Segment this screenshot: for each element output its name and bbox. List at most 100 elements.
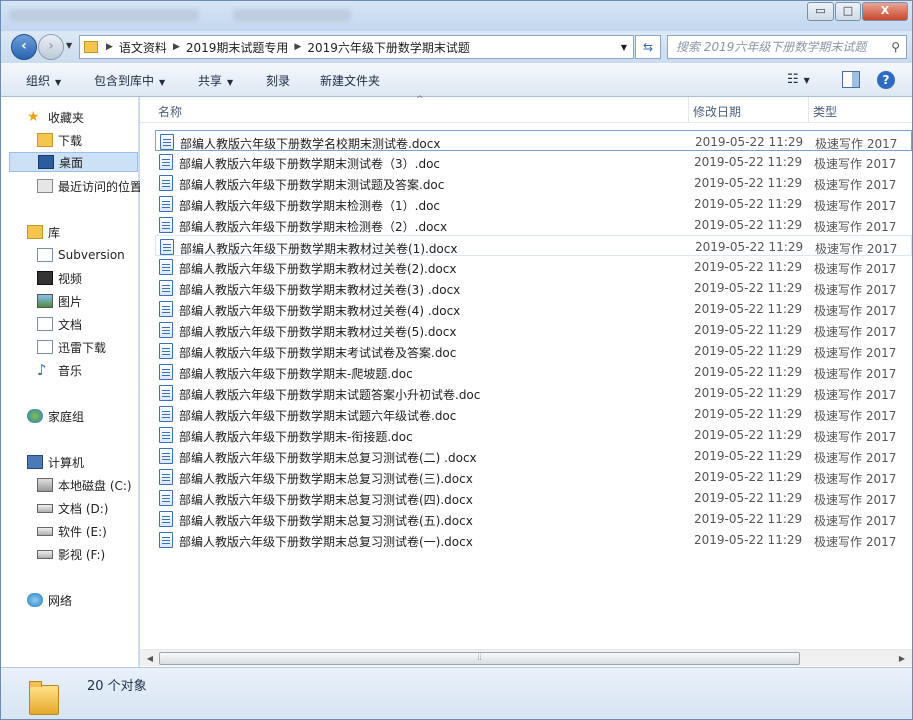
file-type: 极速写作 2017 [814, 178, 897, 192]
breadcrumb-arrow-icon[interactable]: ▶ [171, 42, 182, 52]
file-date: 2019-05-22 11:29 [694, 512, 803, 526]
file-date: 2019-05-22 11:29 [695, 240, 804, 254]
network-icon [27, 593, 43, 607]
file-row[interactable]: 部编人教版六年级下册数学期末-爬坡题.doc 2019-05-22 11:29 极速… [155, 361, 912, 382]
column-header-type[interactable]: 类型 [813, 103, 837, 120]
scroll-right-icon[interactable]: ▶ [895, 652, 909, 665]
breadcrumb-segment[interactable]: 2019期末试题专用 [182, 39, 293, 56]
star-icon: ★ [27, 109, 40, 125]
search-input[interactable]: 搜索 2019六年级下册数学期末试题 ⚲ [667, 35, 907, 59]
preview-pane-icon[interactable] [842, 71, 860, 88]
file-name: 部编人教版六年级下册数学期末考试试卷及答案.doc [179, 346, 457, 360]
folder-icon [27, 677, 63, 715]
document-file-icon [159, 448, 173, 464]
details-pane: 20 个对象 [1, 667, 912, 719]
breadcrumb-arrow-icon[interactable]: ▶ [104, 42, 115, 52]
file-row[interactable]: 部编人教版六年级下册数学期末总复习测试卷(四).docx 2019-05-22 1… [155, 487, 912, 508]
file-date: 2019-05-22 11:29 [694, 428, 803, 442]
maximize-button[interactable]: □ [835, 2, 861, 21]
document-file-icon [159, 154, 173, 170]
file-row[interactable]: 部编人教版六年级下册数学期末总复习测试卷(五).docx 2019-05-22 1… [155, 508, 912, 529]
file-row[interactable]: 部编人教版六年级下册数学名校期末测试卷.docx 2019-05-22 11:29… [155, 130, 912, 151]
file-date: 2019-05-22 11:29 [694, 197, 803, 211]
document-file-icon [159, 217, 173, 233]
file-row[interactable]: 部编人教版六年级下册数学期末检测卷（1）.doc 2019-05-22 11:29… [155, 193, 912, 214]
recent-pages-dropdown[interactable]: ▼ [66, 41, 72, 50]
file-name: 部编人教版六年级下册数学期末试题六年级试卷.doc [179, 409, 457, 423]
blurred-title [233, 9, 351, 21]
file-list: ^ 名称 修改日期 类型 部编人教版六年级下册数学名校期末测试卷.docx 201… [140, 95, 912, 667]
back-button[interactable]: ‹ [11, 34, 37, 60]
file-row[interactable]: 部编人教版六年级下册数学期末检测卷（2）.docx 2019-05-22 11:2… [155, 214, 912, 235]
close-button[interactable]: X [862, 2, 908, 21]
file-row[interactable]: 部编人教版六年级下册数学期末测试题及答案.doc 2019-05-22 11:29… [155, 172, 912, 193]
video-icon [37, 271, 53, 285]
document-file-icon [159, 427, 173, 443]
library-doc-icon [37, 248, 53, 262]
explorer-window: ▭ □ X ‹ › ▼ ▶ 语文资料 ▶ 2019期末试题专用 ▶ 2019六年… [0, 0, 913, 720]
organize-button[interactable]: 组织 ▼ [26, 72, 61, 89]
file-row[interactable]: 部编人教版六年级下册数学期末教材过关卷(1).docx 2019-05-22 11… [155, 235, 912, 256]
file-name: 部编人教版六年级下册数学名校期末测试卷.docx [180, 137, 441, 151]
scrollbar-thumb[interactable]: ⦙⦙ [159, 652, 800, 665]
file-row[interactable]: 部编人教版六年级下册数学期末试题六年级试卷.doc 2019-05-22 11:2… [155, 403, 912, 424]
nav-desktop[interactable]: 桌面 [9, 152, 138, 172]
file-row[interactable]: 部编人教版六年级下册数学期末总复习测试卷(二) .docx 2019-05-22 … [155, 445, 912, 466]
column-header-name[interactable]: 名称 [158, 103, 182, 120]
document-file-icon [159, 532, 173, 548]
file-row[interactable]: 部编人教版六年级下册数学期末教材过关卷(2).docx 2019-05-22 11… [155, 256, 912, 277]
file-row[interactable]: 部编人教版六年级下册数学期末教材过关卷(3) .docx 2019-05-22 1… [155, 277, 912, 298]
new-folder-button[interactable]: 新建文件夹 [320, 72, 380, 89]
file-date: 2019-05-22 11:29 [694, 449, 803, 463]
forward-button[interactable]: › [38, 34, 64, 60]
file-name: 部编人教版六年级下册数学期末总复习测试卷(五).docx [179, 514, 473, 528]
document-file-icon [160, 239, 174, 255]
file-row[interactable]: 部编人教版六年级下册数学期末试题答案小升初试卷.doc 2019-05-22 11… [155, 382, 912, 403]
file-row[interactable]: 部编人教版六年级下册数学期末总复习测试卷(三).docx 2019-05-22 1… [155, 466, 912, 487]
document-file-icon [159, 385, 173, 401]
drive-icon [37, 526, 53, 536]
file-name: 部编人教版六年级下册数学期末总复习测试卷(一).docx [179, 535, 473, 549]
file-type: 极速写作 2017 [815, 137, 898, 151]
scroll-left-icon[interactable]: ◀ [143, 652, 157, 665]
search-icon[interactable]: ⚲ [891, 36, 900, 58]
horizontal-scrollbar[interactable]: ◀ ⦙⦙ ▶ [140, 649, 912, 666]
include-in-library-button[interactable]: 包含到库中 ▼ [94, 72, 165, 89]
file-type: 极速写作 2017 [815, 242, 898, 256]
refresh-icon[interactable]: ⇆ [635, 35, 661, 59]
picture-icon [37, 294, 53, 308]
file-row[interactable]: 部编人教版六年级下册数学期末考试试卷及答案.doc 2019-05-22 11:2… [155, 340, 912, 361]
file-row[interactable]: 部编人教版六年级下册数学期末测试卷（3）.doc 2019-05-22 11:29… [155, 151, 912, 172]
breadcrumb-arrow-icon[interactable]: ▶ [292, 42, 303, 52]
file-name: 部编人教版六年级下册数学期末教材过关卷(5).docx [179, 325, 457, 339]
document-file-icon [160, 134, 174, 150]
drive-icon [37, 549, 53, 559]
document-file-icon [159, 175, 173, 191]
address-bar[interactable]: ▶ 语文资料 ▶ 2019期末试题专用 ▶ 2019六年级下册数学期末试题 ▼ [79, 35, 634, 59]
address-row: ‹ › ▼ ▶ 语文资料 ▶ 2019期末试题专用 ▶ 2019六年级下册数学期… [1, 31, 912, 63]
file-row[interactable]: 部编人教版六年级下册数学期末教材过关卷(4) .docx 2019-05-22 1… [155, 298, 912, 319]
column-header-date[interactable]: 修改日期 [693, 103, 741, 120]
file-type: 极速写作 2017 [814, 535, 897, 549]
file-type: 极速写作 2017 [814, 367, 897, 381]
column-divider[interactable] [688, 97, 689, 123]
view-options-icon[interactable]: ☷ ▼ [787, 72, 810, 87]
blurred-title [9, 9, 199, 21]
file-type: 极速写作 2017 [814, 514, 897, 528]
library-icon [27, 225, 43, 239]
document-file-icon [159, 406, 173, 422]
document-file-icon [159, 343, 173, 359]
help-icon[interactable]: ? [877, 71, 895, 89]
file-row[interactable]: 部编人教版六年级下册数学期末教材过关卷(5).docx 2019-05-22 11… [155, 319, 912, 340]
breadcrumb-segment[interactable]: 语文资料 [115, 39, 171, 56]
burn-button[interactable]: 刻录 [266, 72, 290, 89]
share-button[interactable]: 共享 ▼ [198, 72, 233, 89]
download-folder-icon [37, 133, 53, 147]
column-divider[interactable] [808, 97, 809, 123]
minimize-button[interactable]: ▭ [807, 2, 834, 21]
drive-icon [37, 503, 53, 513]
breadcrumb-segment[interactable]: 2019六年级下册数学期末试题 [303, 39, 474, 56]
file-row[interactable]: 部编人教版六年级下册数学期末-衔接题.doc 2019-05-22 11:29 极速… [155, 424, 912, 445]
file-row[interactable]: 部编人教版六年级下册数学期末总复习测试卷(一).docx 2019-05-22 1… [155, 529, 912, 550]
address-dropdown-icon[interactable]: ▼ [621, 43, 627, 52]
